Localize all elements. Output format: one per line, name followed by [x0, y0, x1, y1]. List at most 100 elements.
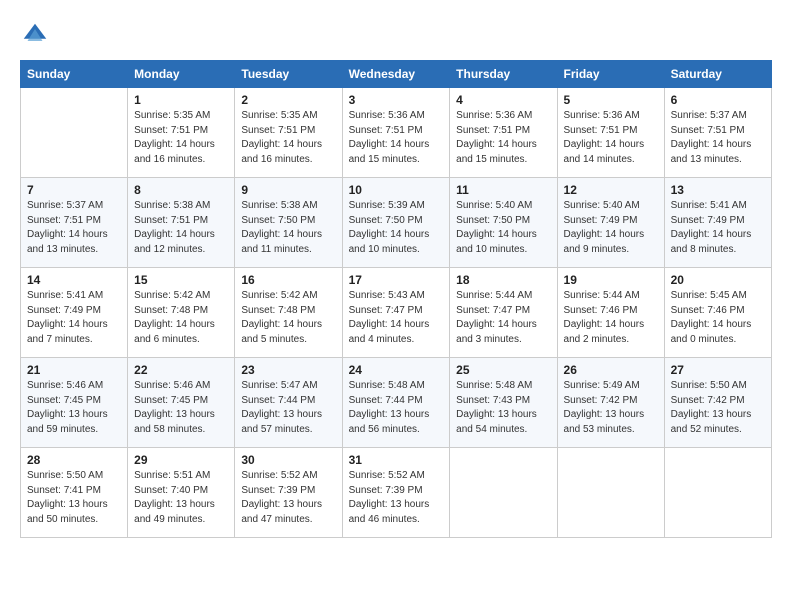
sunrise-text: Sunrise: 5:38 AM: [134, 199, 228, 214]
col-header-saturday: Saturday: [664, 61, 771, 88]
calendar-cell: [664, 448, 771, 538]
calendar-cell: 8 Sunrise: 5:38 AMSunset: 7:51 PMDaylight…: [128, 178, 235, 268]
sunrise-text: Sunrise: 5:37 AM: [27, 199, 121, 214]
day-info: Sunrise: 5:52 AMSunset: 7:39 PMDaylight:…: [241, 469, 335, 527]
calendar-cell: 24Sunrise: 5:48 AMSunset: 7:44 PMDayligh…: [342, 358, 450, 448]
day-number: 16: [241, 273, 335, 287]
calendar-cell: 18Sunrise: 5:44 AMSunset: 7:47 PMDayligh…: [450, 268, 557, 358]
daylight-label: Daylight: 14 hours: [241, 138, 335, 153]
daylight-label: Daylight: 14 hours: [349, 228, 444, 243]
calendar-cell: 22 Sunrise: 5:46 AMSunset: 7:45 PMDayligh…: [128, 358, 235, 448]
day-info: Sunrise: 5:36 AMSunset: 7:51 PMDaylight:…: [564, 109, 658, 167]
day-info: Sunrise: 5:47 AMSunset: 7:44 PMDaylight:…: [241, 379, 335, 437]
day-number: 20: [671, 273, 765, 287]
daylight-minutes: and 50 minutes.: [27, 513, 121, 528]
day-info: Sunrise: 5:38 AMSunset: 7:51 PMDaylight:…: [134, 199, 228, 257]
daylight-label: Daylight: 13 hours: [134, 498, 228, 513]
sunset-text: Sunset: 7:51 PM: [456, 124, 550, 139]
sunset-text: Sunset: 7:51 PM: [134, 124, 228, 139]
calendar-cell: 29Sunrise: 5:51 AMSunset: 7:40 PMDayligh…: [128, 448, 235, 538]
day-number: 26: [564, 363, 658, 377]
calendar-cell: 12Sunrise: 5:40 AMSunset: 7:49 PMDayligh…: [557, 178, 664, 268]
calendar-cell: 17Sunrise: 5:43 AMSunset: 7:47 PMDayligh…: [342, 268, 450, 358]
sunset-text: Sunset: 7:50 PM: [241, 214, 335, 229]
calendar-cell: [450, 448, 557, 538]
day-number: 21: [27, 363, 121, 377]
calendar-cell: 3Sunrise: 5:36 AMSunset: 7:51 PMDaylight…: [342, 88, 450, 178]
day-number: 8: [134, 183, 228, 197]
day-info: Sunrise: 5:43 AMSunset: 7:47 PMDaylight:…: [349, 289, 444, 347]
col-header-tuesday: Tuesday: [235, 61, 342, 88]
sunrise-text: Sunrise: 5:42 AM: [241, 289, 335, 304]
calendar-cell: 6Sunrise: 5:37 AMSunset: 7:51 PMDaylight…: [664, 88, 771, 178]
daylight-label: Daylight: 14 hours: [134, 228, 228, 243]
day-info: Sunrise: 5:39 AMSunset: 7:50 PMDaylight:…: [349, 199, 444, 257]
day-info: Sunrise: 5:42 AMSunset: 7:48 PMDaylight:…: [134, 289, 228, 347]
daylight-minutes: and 11 minutes.: [241, 243, 335, 258]
day-info: Sunrise: 5:38 AMSunset: 7:50 PMDaylight:…: [241, 199, 335, 257]
daylight-minutes: and 59 minutes.: [27, 423, 121, 438]
calendar-cell: 16 Sunrise: 5:42 AMSunset: 7:48 PMDayligh…: [235, 268, 342, 358]
daylight-minutes: and 9 minutes.: [564, 243, 658, 258]
calendar-cell: 5Sunrise: 5:36 AMSunset: 7:51 PMDaylight…: [557, 88, 664, 178]
day-info: Sunrise: 5:37 AMSunset: 7:51 PMDaylight:…: [27, 199, 121, 257]
col-header-thursday: Thursday: [450, 61, 557, 88]
daylight-label: Daylight: 13 hours: [349, 408, 444, 423]
sunset-text: Sunset: 7:41 PM: [27, 484, 121, 499]
calendar-cell: 25Sunrise: 5:48 AMSunset: 7:43 PMDayligh…: [450, 358, 557, 448]
sunset-text: Sunset: 7:51 PM: [241, 124, 335, 139]
day-info: Sunrise: 5:51 AMSunset: 7:40 PMDaylight:…: [134, 469, 228, 527]
sunset-text: Sunset: 7:49 PM: [27, 304, 121, 319]
sunset-text: Sunset: 7:44 PM: [349, 394, 444, 409]
day-number: 31: [349, 453, 444, 467]
daylight-label: Daylight: 14 hours: [671, 318, 765, 333]
calendar-cell: 11Sunrise: 5:40 AMSunset: 7:50 PMDayligh…: [450, 178, 557, 268]
day-number: 27: [671, 363, 765, 377]
calendar-cell: 23Sunrise: 5:47 AMSunset: 7:44 PMDayligh…: [235, 358, 342, 448]
daylight-minutes: and 53 minutes.: [564, 423, 658, 438]
calendar-cell: 10 Sunrise: 5:39 AMSunset: 7:50 PMDayligh…: [342, 178, 450, 268]
daylight-minutes: and 49 minutes.: [134, 513, 228, 528]
daylight-minutes: and 8 minutes.: [671, 243, 765, 258]
day-info: Sunrise: 5:36 AMSunset: 7:51 PMDaylight:…: [349, 109, 444, 167]
day-info: Sunrise: 5:35 AMSunset: 7:51 PMDaylight:…: [134, 109, 228, 167]
day-number: 22: [134, 363, 228, 377]
calendar-cell: 2Sunrise: 5:35 AMSunset: 7:51 PMDaylight…: [235, 88, 342, 178]
calendar-cell: 1 Sunrise: 5:35 AMSunset: 7:51 PMDaylight…: [128, 88, 235, 178]
sunrise-text: Sunrise: 5:46 AM: [27, 379, 121, 394]
week-row-3: 14Sunrise: 5:41 AMSunset: 7:49 PMDayligh…: [21, 268, 772, 358]
daylight-label: Daylight: 14 hours: [564, 318, 658, 333]
sunrise-text: Sunrise: 5:44 AM: [456, 289, 550, 304]
day-number: 6: [671, 93, 765, 107]
calendar-cell: 7 Sunrise: 5:37 AMSunset: 7:51 PMDaylight…: [21, 178, 128, 268]
sunrise-text: Sunrise: 5:40 AM: [564, 199, 658, 214]
sunset-text: Sunset: 7:51 PM: [671, 124, 765, 139]
sunrise-text: Sunrise: 5:41 AM: [27, 289, 121, 304]
daylight-label: Daylight: 14 hours: [456, 228, 550, 243]
day-number: 13: [671, 183, 765, 197]
day-info: Sunrise: 5:46 AMSunset: 7:45 PMDaylight:…: [134, 379, 228, 437]
daylight-minutes: and 13 minutes.: [27, 243, 121, 258]
daylight-minutes: and 12 minutes.: [134, 243, 228, 258]
sunset-text: Sunset: 7:39 PM: [349, 484, 444, 499]
sunrise-text: Sunrise: 5:50 AM: [671, 379, 765, 394]
sunset-text: Sunset: 7:45 PM: [134, 394, 228, 409]
day-number: 7: [27, 183, 121, 197]
calendar-header-row: SundayMondayTuesdayWednesdayThursdayFrid…: [21, 61, 772, 88]
sunset-text: Sunset: 7:42 PM: [671, 394, 765, 409]
daylight-label: Daylight: 14 hours: [456, 138, 550, 153]
day-number: 10: [349, 183, 444, 197]
sunrise-text: Sunrise: 5:43 AM: [349, 289, 444, 304]
daylight-minutes: and 56 minutes.: [349, 423, 444, 438]
sunrise-text: Sunrise: 5:42 AM: [134, 289, 228, 304]
sunset-text: Sunset: 7:43 PM: [456, 394, 550, 409]
daylight-minutes: and 47 minutes.: [241, 513, 335, 528]
day-number: 1: [134, 93, 228, 107]
sunrise-text: Sunrise: 5:44 AM: [564, 289, 658, 304]
day-info: Sunrise: 5:52 AMSunset: 7:39 PMDaylight:…: [349, 469, 444, 527]
col-header-sunday: Sunday: [21, 61, 128, 88]
day-info: Sunrise: 5:42 AMSunset: 7:48 PMDaylight:…: [241, 289, 335, 347]
sunset-text: Sunset: 7:46 PM: [671, 304, 765, 319]
day-info: Sunrise: 5:50 AMSunset: 7:41 PMDaylight:…: [27, 469, 121, 527]
daylight-label: Daylight: 13 hours: [134, 408, 228, 423]
